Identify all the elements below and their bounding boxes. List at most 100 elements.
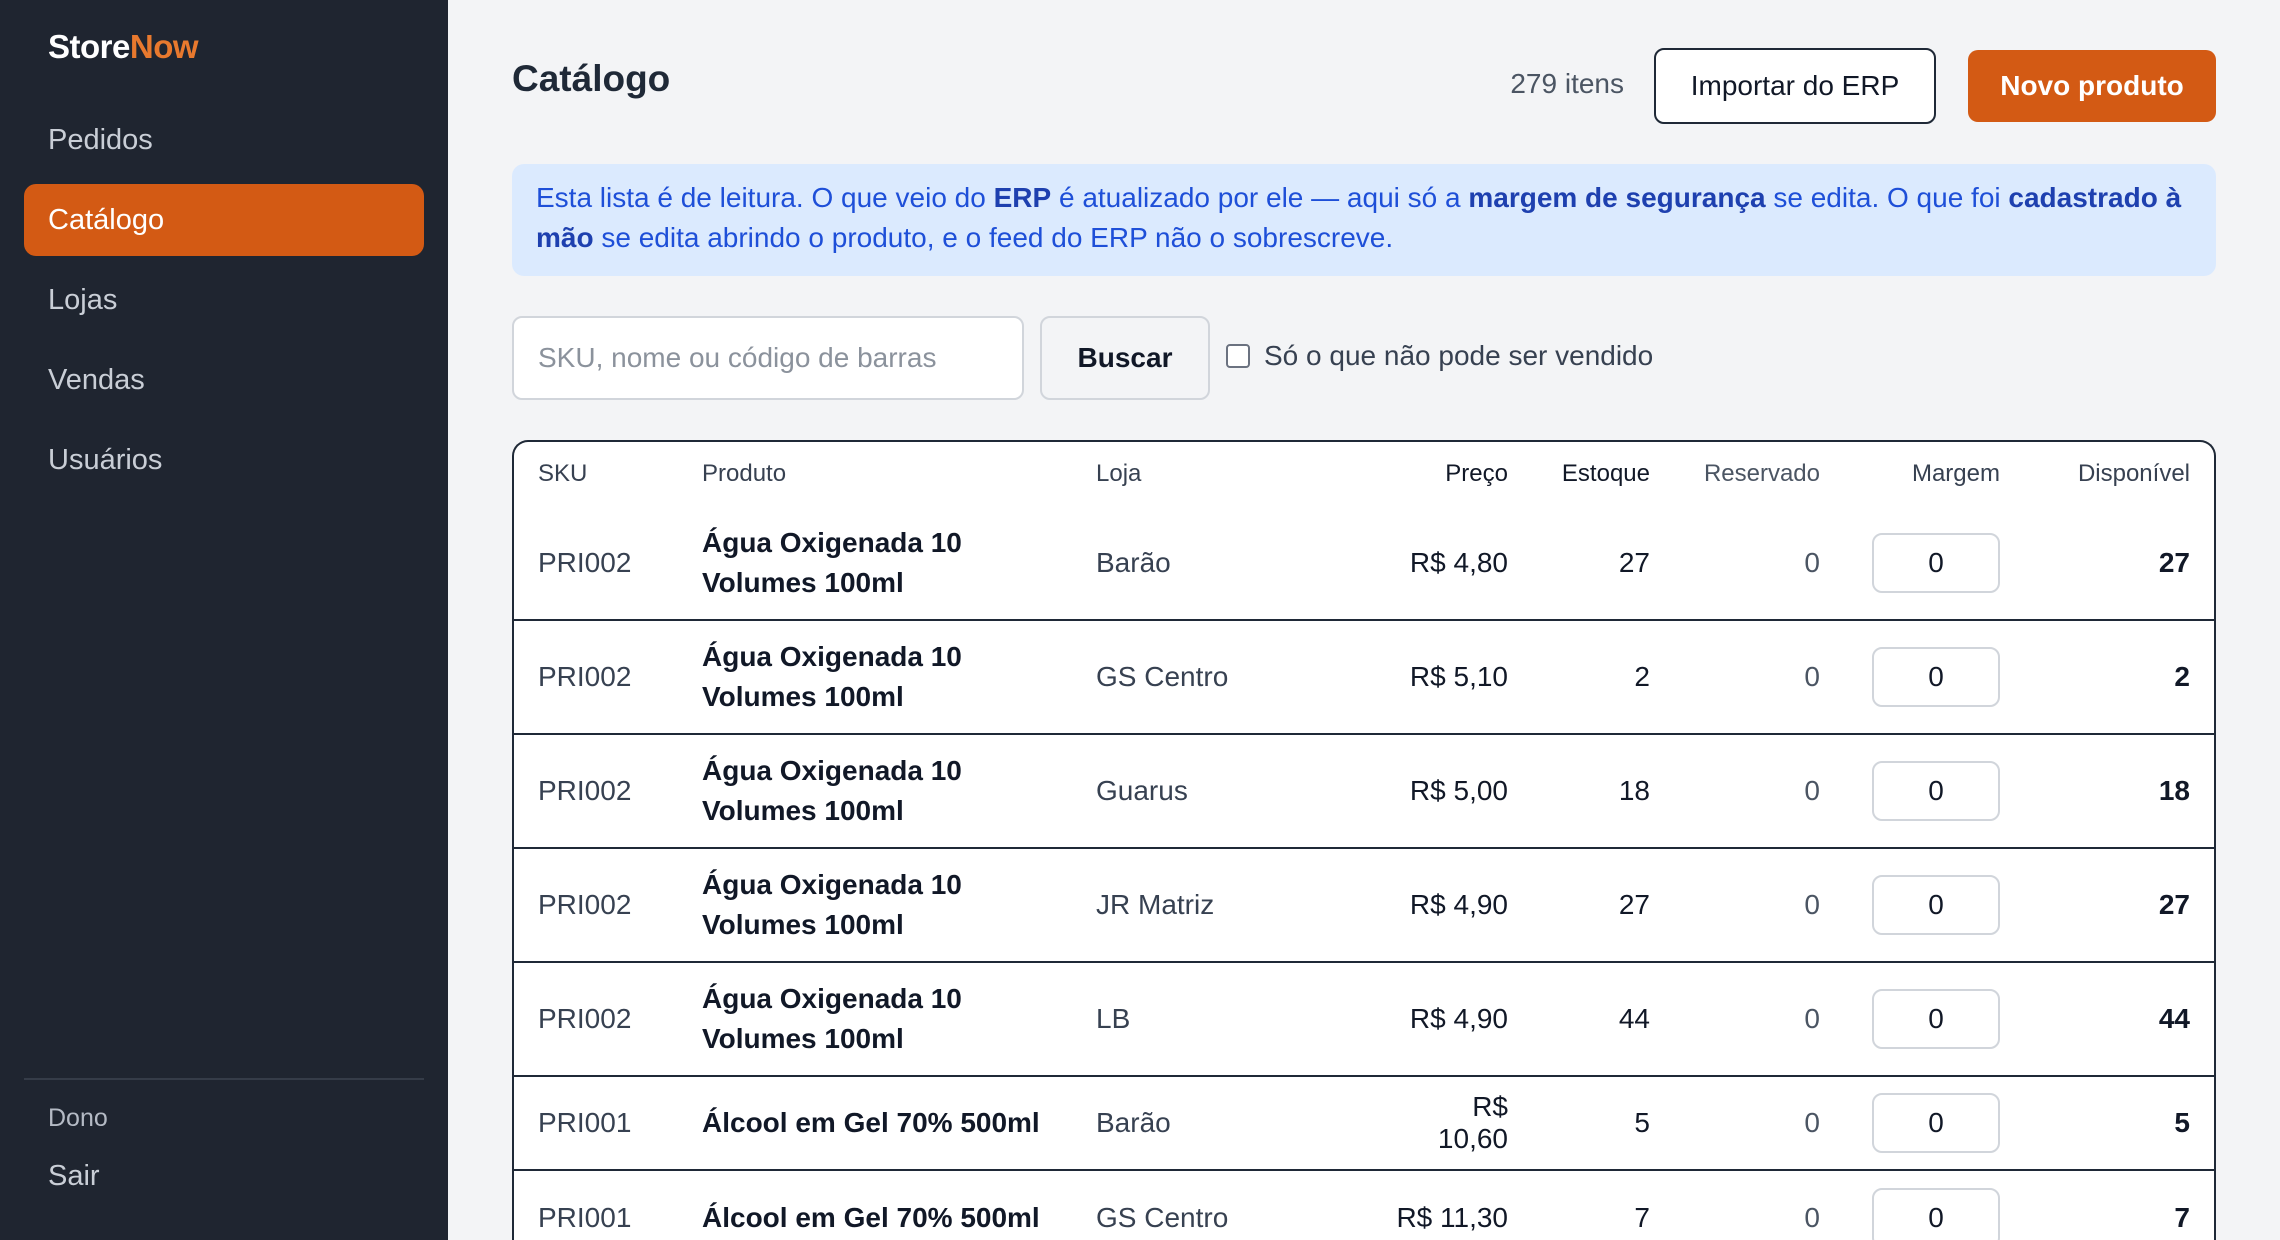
table-row[interactable]: PRI002 Água Oxigenada 10 Volumes 100ml G…	[514, 733, 2214, 848]
cell-sku: PRI002	[538, 546, 632, 578]
cell-price: R$ 4,90	[1372, 847, 1532, 962]
cell-store: GS Centro	[1072, 1169, 1372, 1240]
cell-margin	[1844, 847, 2024, 962]
cell-reserved: 0	[1674, 733, 1844, 848]
cell-product: Água Oxigenada 10 Volumes 100ml	[702, 526, 962, 598]
brand-logo[interactable]: StoreNow	[48, 28, 199, 66]
cell-store: GS Centro	[1072, 619, 1372, 734]
notice-bold-margin: margem de segurança	[1468, 182, 1766, 213]
brand-name-part2: Now	[129, 28, 199, 65]
user-role: Dono	[48, 1104, 108, 1132]
cell-sku: PRI002	[514, 733, 678, 848]
notice-text-1: Esta lista é de leitura. O que veio do	[536, 182, 994, 213]
cell-reserved: 0	[1674, 1169, 1844, 1240]
brand-name-part1: Store	[48, 28, 130, 65]
col-header-stock: Estoque	[1561, 460, 1650, 487]
notice-bold-erp: ERP	[993, 182, 1052, 213]
cell-margin	[1844, 506, 2024, 620]
cell-sku: PRI001	[514, 1169, 678, 1240]
cell-price: R$ 5,00	[1372, 733, 1532, 848]
table-row[interactable]: PRI002 Água Oxigenada 10 Volumes 100ml J…	[514, 847, 2214, 962]
nav-item-vendas[interactable]: Vendas	[24, 344, 424, 416]
margin-input[interactable]	[1872, 647, 2000, 707]
cell-store: Barão	[1072, 1075, 1372, 1170]
cell-margin	[1844, 1075, 2024, 1170]
search-input[interactable]	[512, 316, 1024, 400]
cell-product: Água Oxigenada 10 Volumes 100ml	[678, 619, 1072, 734]
cell-sku: PRI002	[514, 961, 678, 1076]
cell-stock: 5	[1532, 1075, 1674, 1170]
cell-margin	[1844, 619, 2024, 734]
cell-margin	[1844, 961, 2024, 1076]
page-title: Catálogo	[512, 58, 671, 99]
margin-input[interactable]	[1872, 1093, 2000, 1153]
unsellable-filter-label: Só o que não pode ser vendido	[1264, 340, 1654, 371]
cell-store: Barão	[1096, 546, 1171, 578]
cell-store: Guarus	[1072, 733, 1372, 848]
notice-text-2: é atualizado por ele — aqui só a	[1051, 182, 1469, 213]
cell-sku: PRI001	[514, 1075, 678, 1170]
margin-input[interactable]	[1872, 532, 2000, 593]
cell-reserved: 0	[1674, 961, 1844, 1076]
sidebar: StoreNow Pedidos Catálogo Lojas Vendas U…	[0, 0, 448, 1240]
cell-sku: PRI002	[514, 619, 678, 734]
col-header-available: Disponível	[2077, 460, 2190, 487]
cell-sku: PRI002	[514, 847, 678, 962]
cell-available: 44	[2024, 961, 2214, 1076]
nav-item-catalogo[interactable]: Catálogo	[24, 184, 424, 256]
cell-store: LB	[1072, 961, 1372, 1076]
col-header-margin: Margem	[1911, 460, 2000, 487]
cell-available: 7	[2024, 1169, 2214, 1240]
cell-margin	[1844, 733, 2024, 848]
cell-available: 5	[2024, 1075, 2214, 1170]
cell-store: JR Matriz	[1072, 847, 1372, 962]
logout-link[interactable]: Sair	[48, 1160, 100, 1193]
cell-product: Álcool em Gel 70% 500ml	[678, 1169, 1072, 1240]
search-button[interactable]: Buscar	[1040, 316, 1210, 400]
cell-price: R$ 4,90	[1372, 961, 1532, 1076]
catalog-table: SKU Produto Loja Preço Estoque Reservado…	[512, 440, 2216, 1240]
cell-available: 27	[2024, 847, 2214, 962]
main-nav: Pedidos Catálogo Lojas Vendas Usuários	[24, 104, 424, 504]
margin-input[interactable]	[1872, 875, 2000, 935]
table-row[interactable]: PRI002 Água Oxigenada 10 Volumes 100ml G…	[514, 619, 2214, 734]
col-header-product: Produto	[702, 460, 787, 487]
sidebar-divider	[24, 1078, 424, 1080]
item-count: 279 itens	[1510, 68, 1624, 99]
col-header-reserved: Reservado	[1703, 460, 1820, 487]
cell-price: R$ 4,80	[1409, 546, 1508, 578]
import-erp-button[interactable]: Importar do ERP	[1654, 48, 1936, 124]
cell-product: Álcool em Gel 70% 500ml	[678, 1075, 1072, 1170]
new-product-button[interactable]: Novo produto	[1968, 50, 2216, 122]
cell-stock: 2	[1532, 619, 1674, 734]
cell-stock: 7	[1532, 1169, 1674, 1240]
table-row[interactable]: PRI002 Água Oxigenada 10 Volumes 100ml L…	[514, 961, 2214, 1076]
cell-stock: 44	[1532, 961, 1674, 1076]
unsellable-filter[interactable]: Só o que não pode ser vendido	[1226, 340, 1653, 372]
nav-item-usuarios[interactable]: Usuários	[24, 424, 424, 496]
notice-text-4: se edita abrindo o produto, e o feed do …	[593, 222, 1394, 253]
table-row[interactable]: PRI001 Álcool em Gel 70% 500ml GS Centro…	[514, 1169, 2214, 1240]
nav-item-lojas[interactable]: Lojas	[24, 264, 424, 336]
table-row[interactable]: PRI001 Álcool em Gel 70% 500ml Barão R$ …	[514, 1075, 2214, 1170]
cell-price: R$ 5,10	[1372, 619, 1532, 734]
col-header-sku: SKU	[538, 460, 588, 487]
cell-available: 18	[2024, 733, 2214, 848]
cell-available: 27	[2158, 546, 2190, 578]
col-header-price: Preço	[1445, 460, 1508, 487]
unsellable-checkbox[interactable]	[1226, 344, 1250, 368]
margin-input[interactable]	[1872, 1187, 2000, 1240]
cell-reserved: 0	[1804, 546, 1820, 578]
cell-reserved: 0	[1674, 619, 1844, 734]
cell-price: R$ 10,60	[1372, 1075, 1532, 1170]
cell-stock: 27	[1618, 546, 1650, 578]
info-notice: Esta lista é de leitura. O que veio do E…	[512, 164, 2216, 276]
cell-reserved: 0	[1674, 847, 1844, 962]
margin-input[interactable]	[1872, 989, 2000, 1049]
cell-available: 2	[2024, 619, 2214, 734]
nav-item-pedidos[interactable]: Pedidos	[24, 104, 424, 176]
table-header-row: SKU Produto Loja Preço Estoque Reservado…	[514, 442, 2214, 506]
cell-reserved: 0	[1674, 1075, 1844, 1170]
margin-input[interactable]	[1872, 761, 2000, 821]
table-row[interactable]: PRI002 Água Oxigenada 10 Volumes 100ml B…	[514, 506, 2214, 620]
